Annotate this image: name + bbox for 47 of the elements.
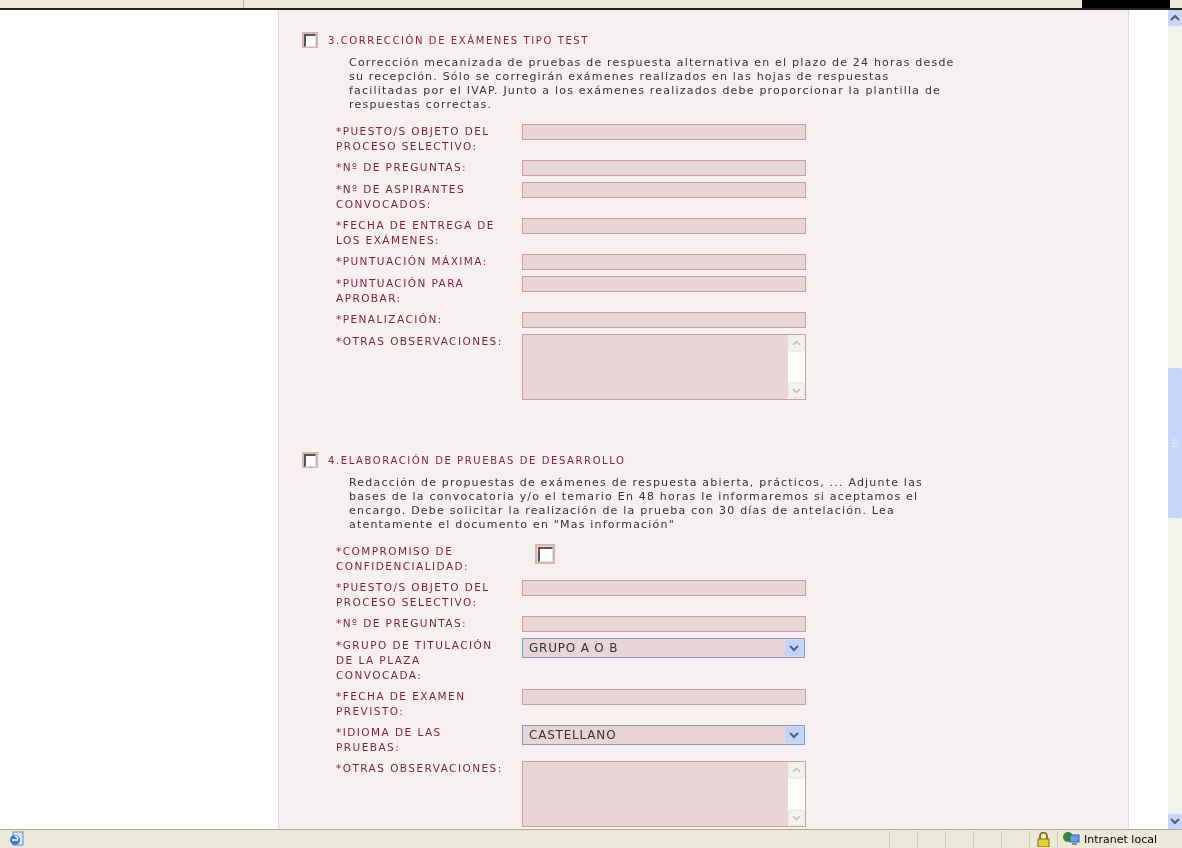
input-field[interactable] xyxy=(522,124,806,140)
field-label: *Nº DE ASPIRANTES CONVOCADOS: xyxy=(336,182,466,212)
scroll-down-icon[interactable] xyxy=(788,382,805,399)
input-field[interactable] xyxy=(522,689,806,705)
field-label: *GRUPO DE TITULACIÓN DE LA PLAZA CONVOCADA: xyxy=(336,638,494,683)
field-label: *COMPROMISO DE CONFIDENCIALIDAD: xyxy=(336,544,471,574)
zone-label: Intranet local xyxy=(1084,832,1157,846)
field-label: *OTRAS OBSERVACIONES: xyxy=(336,334,504,349)
browser-icon xyxy=(8,831,24,847)
caret-icon[interactable] xyxy=(785,727,803,743)
field-label: *PUESTO/S OBJETO DEL PROCESO SELECTIVO: xyxy=(336,580,491,610)
caret-icon[interactable] xyxy=(785,640,803,656)
section-description: Corrección mecanizada de pruebas de respuesta alternativa en el plazo de 24 horas desde su recepción. Sólo se corregirán exámenes realizados en las hojas de respuestas facilitadas por el IVAP. Junto a los exámenes realizados debe proporcionar la plantilla de respuestas correctas. xyxy=(349,56,956,112)
input-field[interactable] xyxy=(522,616,806,632)
checkbox[interactable] xyxy=(302,452,318,468)
input-field[interactable] xyxy=(522,160,806,176)
text-area[interactable] xyxy=(522,334,806,400)
field-label: *Nº DE PREGUNTAS: xyxy=(336,616,469,631)
section-title: 4.ELABORACIÓN DE PRUEBAS DE DESARROLLO xyxy=(328,454,626,466)
checkbox[interactable] xyxy=(535,544,555,564)
input-field[interactable] xyxy=(522,182,806,198)
text-area[interactable] xyxy=(522,761,806,827)
field-label: *FECHA DE EXAMEN PREVISTO: xyxy=(336,689,467,719)
section-description: Redacción de propuestas de exámenes de respuesta abierta, prácticos, ... Adjunte las bases de la convocatoria y/o el temario En 48 horas le informaremos si aceptamos el encargo. Debe solicitar la realización de la prueba con 30 días de antelación. Lea atentamente el documento en "Mas información" xyxy=(349,476,924,532)
input-field[interactable] xyxy=(522,312,806,328)
field-label: *Nº DE PREGUNTAS: xyxy=(336,160,469,175)
dropdown[interactable]: CASTELLANO xyxy=(522,725,805,745)
field-label: *IDIOMA DE LAS PRUEBAS: xyxy=(336,725,443,755)
field-label: *PUNTUACIÓN PARA APROBAR: xyxy=(336,276,466,306)
scroll-up-icon[interactable] xyxy=(788,335,805,352)
lock-icon xyxy=(1037,831,1050,847)
dropdown[interactable]: GRUPO A O B xyxy=(522,638,805,658)
input-field[interactable] xyxy=(522,580,806,596)
field-label: *PENALIZACIÓN: xyxy=(336,312,444,327)
field-label: *OTRAS OBSERVACIONES: xyxy=(336,761,504,776)
scrollbar[interactable] xyxy=(1168,10,1182,829)
input-field[interactable] xyxy=(522,218,806,234)
input-field[interactable] xyxy=(522,276,806,292)
field-label: *FECHA DE ENTREGA DE LOS EXÁMENES: xyxy=(336,218,496,248)
checkbox[interactable] xyxy=(302,32,318,48)
field-label: *PUNTUACIÓN MÁXIMA: xyxy=(336,254,489,269)
network-icon xyxy=(1062,831,1080,847)
field-label: *PUESTO/S OBJETO DEL PROCESO SELECTIVO: xyxy=(336,124,491,154)
section-title: 3.CORRECCIÓN DE EXÁMENES TIPO TEST xyxy=(328,34,589,46)
scroll-up-icon[interactable] xyxy=(788,762,805,779)
input-field[interactable] xyxy=(522,254,806,270)
scroll-down-icon[interactable] xyxy=(788,809,805,826)
